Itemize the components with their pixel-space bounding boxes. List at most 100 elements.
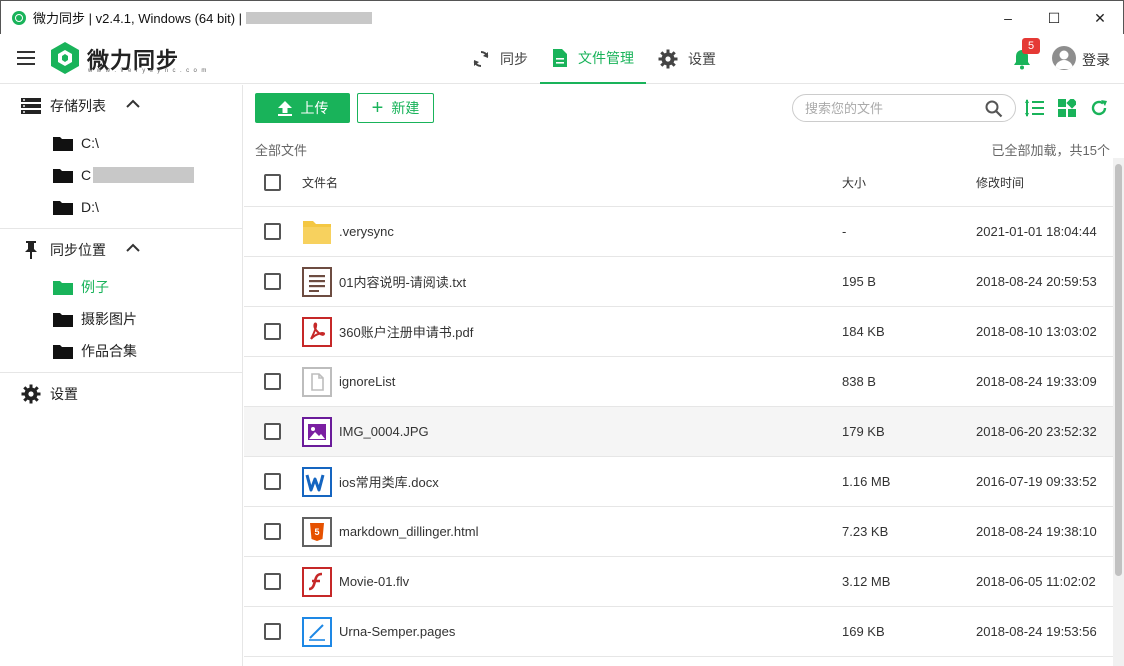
tab-sync[interactable]: 同步	[460, 34, 540, 84]
tab-settings-label: 设置	[688, 51, 716, 67]
upload-button[interactable]: 上传	[255, 93, 350, 123]
text-file-icon	[302, 266, 332, 297]
scrollbar[interactable]	[1113, 158, 1124, 666]
sidebar-item-works[interactable]: 作品合集	[0, 335, 242, 367]
breadcrumb[interactable]: 全部文件	[255, 140, 307, 159]
refresh-icon[interactable]	[1090, 99, 1108, 117]
row-checkbox[interactable]	[264, 573, 281, 590]
row-checkbox[interactable]	[264, 373, 281, 390]
user-icon	[1055, 50, 1073, 69]
image-file-icon	[302, 416, 332, 447]
file-name: .verysync	[339, 224, 394, 239]
file-time: 2018-08-24 19:33:09	[976, 374, 1097, 389]
new-button[interactable]: + 新建	[357, 93, 434, 123]
menu-icon[interactable]	[17, 51, 35, 65]
sidebar-item-drive-c-redacted[interactable]: C	[0, 159, 242, 191]
sidebar-item-photos[interactable]: 摄影图片	[0, 303, 242, 335]
column-size-header[interactable]: 大小	[842, 174, 866, 191]
file-size: 7.23 KB	[842, 524, 889, 539]
folder-icon	[53, 280, 73, 295]
file-size: 3.12 MB	[842, 574, 891, 589]
file-name: Urna-Semper.pages	[339, 624, 456, 639]
row-checkbox[interactable]	[264, 223, 281, 240]
table-row[interactable]: Urna-Semper.pages 169 KB 2018-08-24 19:5…	[244, 607, 1113, 657]
blank-file-icon	[302, 366, 332, 397]
sidebar: 存储列表 C:\ C D:\ 同步位置 例子 摄影图片 作品合集 设置	[0, 85, 243, 666]
maximize-button[interactable]: ☐	[1031, 1, 1077, 35]
file-time: 2018-08-24 19:53:56	[976, 624, 1097, 639]
table-row[interactable]: 01内容说明-请阅读.txt 195 B 2018-08-24 20:59:53	[244, 257, 1113, 307]
svg-text:5: 5	[314, 527, 319, 537]
file-size: 195 B	[842, 274, 876, 289]
table-row[interactable]: ios常用类库.docx 1.16 MB 2016-07-19 09:33:52	[244, 457, 1113, 507]
sidebar-item-label: 例子	[81, 279, 109, 295]
sync-location-header[interactable]: 同步位置	[0, 229, 242, 271]
row-checkbox[interactable]	[264, 323, 281, 340]
file-time: 2018-06-20 23:52:32	[976, 424, 1097, 439]
row-checkbox[interactable]	[264, 473, 281, 490]
table-row[interactable]: IMG_0004.JPG 179 KB 2018-06-20 23:52:32	[244, 407, 1113, 457]
file-name: Movie-01.flv	[339, 574, 410, 589]
search-input[interactable]	[805, 101, 975, 116]
file-size: 179 KB	[842, 424, 885, 439]
row-checkbox[interactable]	[264, 623, 281, 640]
loaded-status: 已全部加载，共15个	[991, 143, 1110, 158]
sidebar-settings-label: 设置	[50, 386, 78, 402]
chevron-up-icon[interactable]	[126, 243, 140, 253]
file-name: ios常用类库.docx	[339, 475, 439, 490]
login-link[interactable]: 登录	[1082, 50, 1110, 70]
table-row[interactable]: 5 markdown_dillinger.html 7.23 KB 2018-0…	[244, 507, 1113, 557]
row-checkbox[interactable]	[264, 423, 281, 440]
sidebar-item-example[interactable]: 例子	[0, 271, 242, 303]
sync-location-title: 同步位置	[50, 242, 106, 258]
sort-icon[interactable]	[1025, 99, 1045, 117]
file-size: 838 B	[842, 374, 876, 389]
redacted-path	[93, 167, 195, 183]
file-name: markdown_dillinger.html	[339, 524, 479, 539]
word-file-icon	[302, 466, 332, 497]
tab-file-manager[interactable]: 文件管理	[540, 34, 646, 84]
verysync-logo-icon	[51, 42, 79, 74]
sidebar-item-drive-d[interactable]: D:\	[0, 191, 242, 223]
minimize-button[interactable]: –	[985, 1, 1031, 35]
file-name: ignoreList	[339, 374, 396, 389]
plus-icon: +	[371, 97, 384, 119]
sidebar-item-label: 摄影图片	[81, 311, 137, 327]
upload-icon	[277, 101, 292, 116]
grid-view-icon[interactable]	[1058, 99, 1076, 117]
sidebar-item-drive-c[interactable]: C:\	[0, 127, 242, 159]
close-button[interactable]: ✕	[1077, 1, 1123, 35]
pdf-file-icon	[302, 316, 332, 347]
table-row[interactable]: ignoreList 838 B 2018-08-24 19:33:09	[244, 357, 1113, 407]
table-row[interactable]: 360账户注册申请书.pdf 184 KB 2018-08-10 13:03:0…	[244, 307, 1113, 357]
sidebar-item-label: C	[81, 167, 92, 183]
gear-icon	[21, 384, 41, 404]
folder-icon	[53, 312, 73, 327]
avatar[interactable]	[1052, 46, 1076, 70]
folder-icon	[303, 220, 331, 244]
sidebar-settings[interactable]: 设置	[0, 373, 242, 415]
pin-icon	[25, 241, 37, 259]
table-row[interactable]: Movie-01.flv 3.12 MB 2018-06-05 11:02:02	[244, 557, 1113, 607]
file-size: 169 KB	[842, 624, 885, 639]
upload-label: 上传	[300, 100, 329, 116]
select-all-checkbox[interactable]	[264, 173, 281, 191]
chevron-up-icon[interactable]	[126, 99, 140, 109]
storage-list-header[interactable]: 存储列表	[0, 85, 242, 127]
column-time-header[interactable]: 修改时间	[976, 174, 1024, 191]
file-manager-main: 上传 + 新建 全部文件 已全部加载，共15个 文件名 大小 修改时间 .ver…	[244, 85, 1124, 666]
app-icon	[12, 10, 26, 25]
row-checkbox[interactable]	[264, 273, 281, 290]
file-time: 2018-08-10 13:03:02	[976, 324, 1097, 339]
pages-file-icon	[302, 616, 332, 647]
row-checkbox[interactable]	[264, 523, 281, 540]
brand-url: w w w . v e r y s y n c . c o m	[88, 68, 208, 74]
column-name-header[interactable]: 文件名	[302, 174, 338, 191]
file-name: 360账户注册申请书.pdf	[339, 325, 474, 340]
scroll-thumb[interactable]	[1115, 164, 1122, 576]
folder-icon	[53, 136, 73, 151]
table-row[interactable]: .verysync - 2021-01-01 18:04:44	[244, 207, 1113, 257]
gear-icon	[658, 49, 678, 69]
tab-settings[interactable]: 设置	[646, 34, 728, 84]
search-icon[interactable]	[985, 100, 1003, 118]
